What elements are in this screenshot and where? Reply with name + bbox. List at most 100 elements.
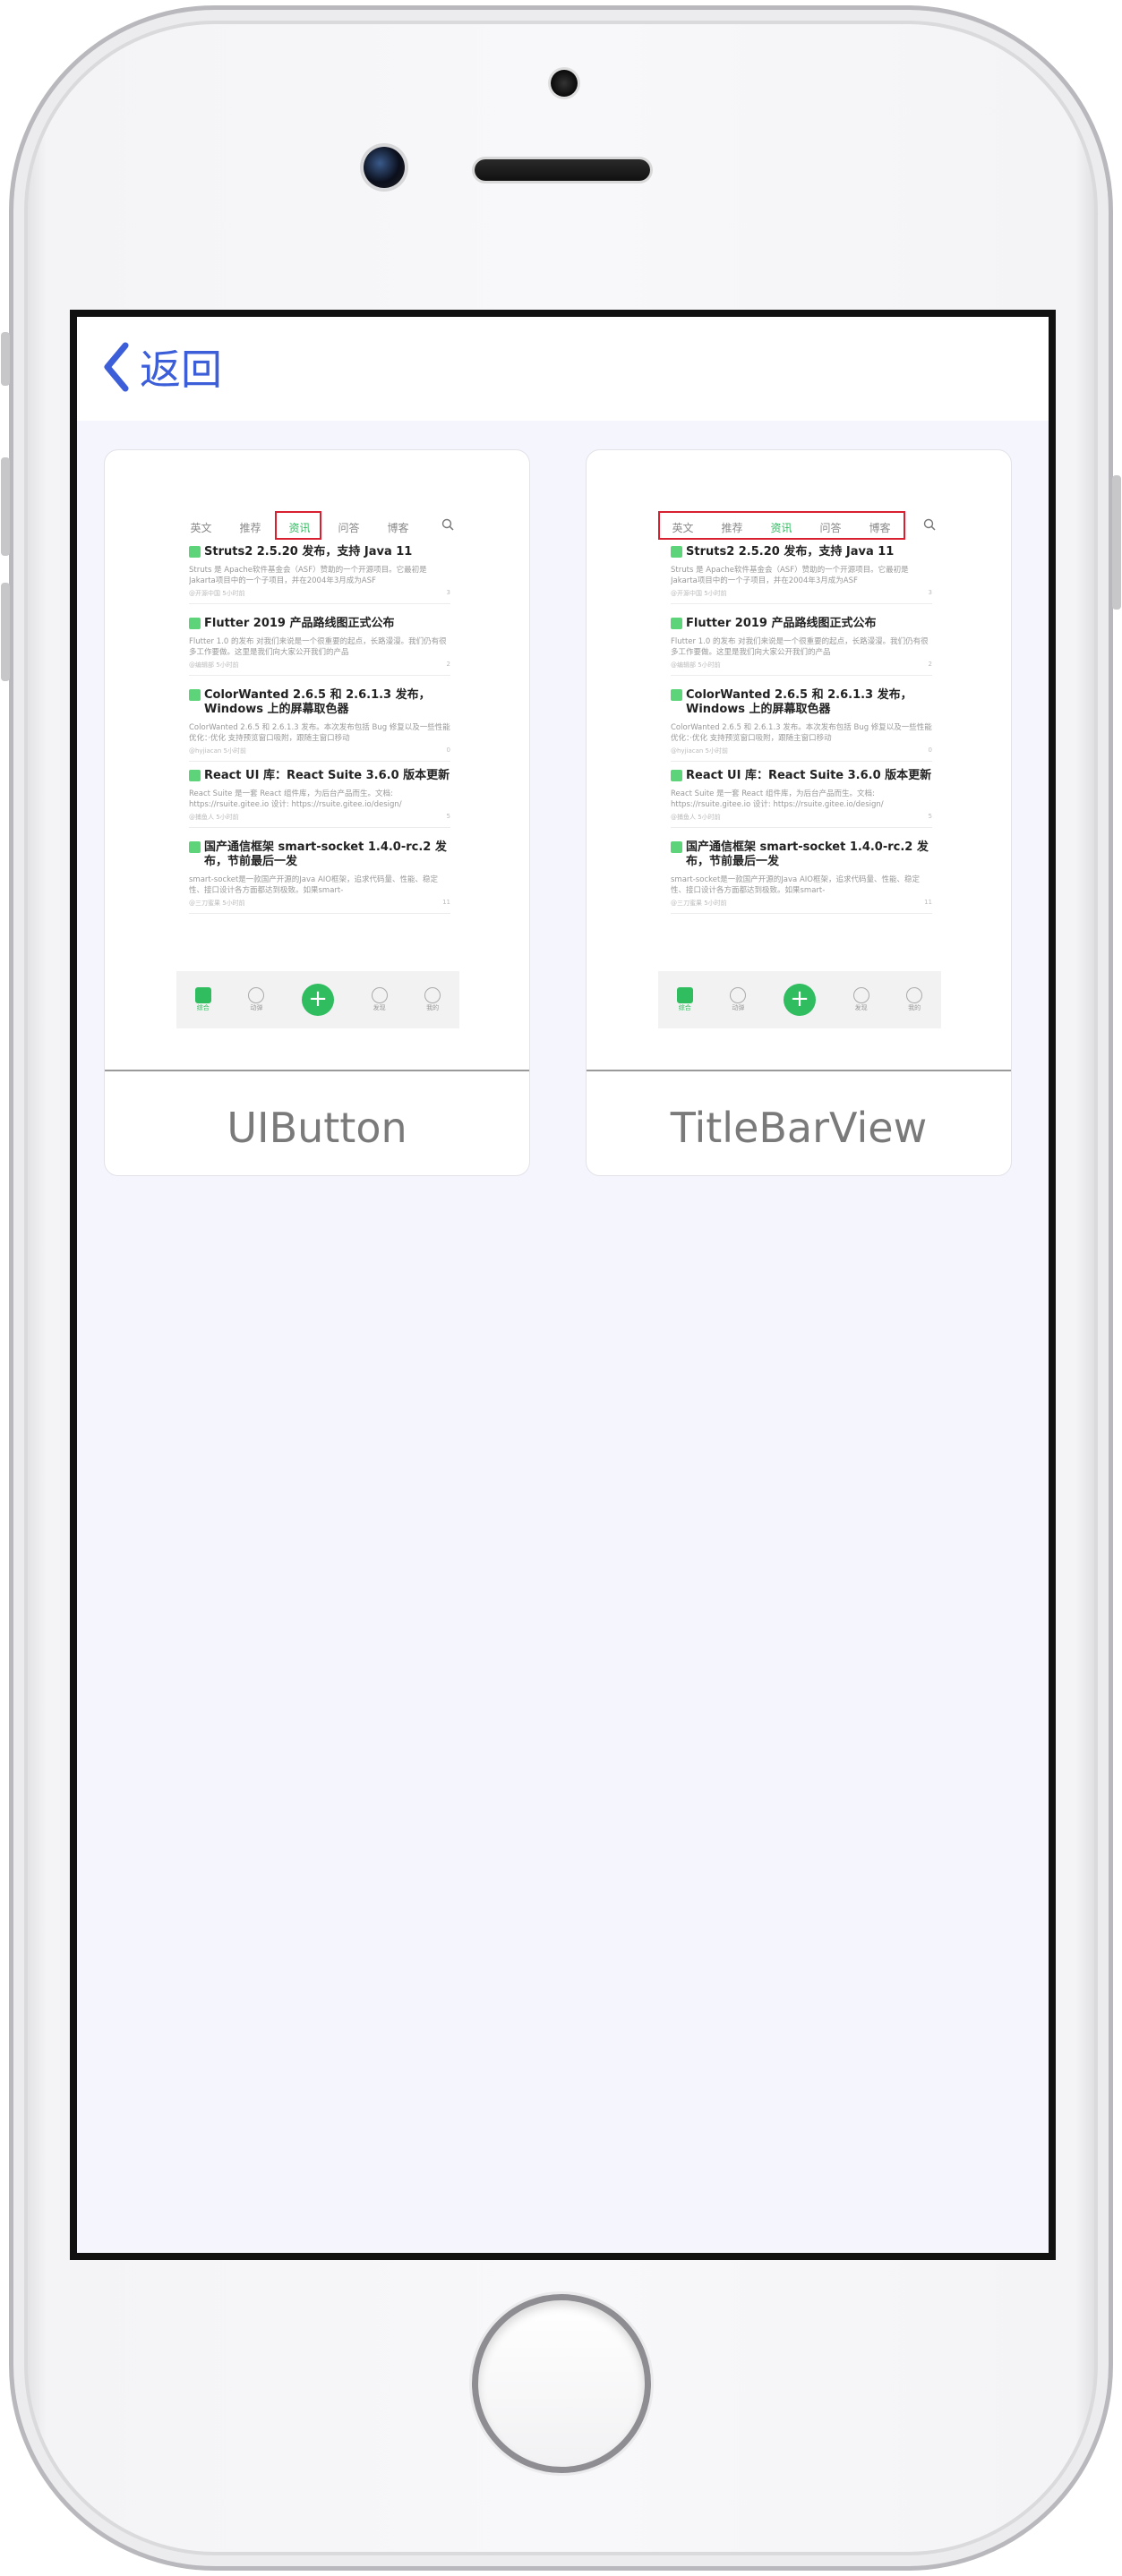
comment-count: 2 [446,661,450,668]
preview-bottom-tab-bar: 综合 动弹 + 发现 我的 [658,971,941,1028]
news-title: React UI 库：React Suite 3.6.0 版本更新 [671,769,932,783]
comment-count: 11 [924,899,932,906]
tab-icon [906,987,923,1003]
preview-tab: 问答 [338,521,360,534]
news-author: @hyjiacan 5小时前 [189,747,247,755]
news-meta: @捕鱼人 5小时前 5 [189,813,450,822]
news-summary: smart-socket是一款国产开源的Java AIO框架，追求代码量、性能、… [189,875,438,895]
preview-tabbar-item: 我的 [906,987,923,1012]
back-button[interactable]: 返回 [102,338,222,396]
card-caption: TitleBarView [670,1104,928,1152]
news-tag-icon [671,770,682,781]
preview-tabbar-item: 发现 [852,987,869,1012]
preview-tabbar-item: 发现 [371,987,388,1012]
news-title: React UI 库：React Suite 3.6.0 版本更新 [189,769,450,783]
news-summary: ColorWanted 2.6.5 和 2.6.1.3 发布。本次发布包括 Bu… [671,723,932,743]
news-item: Struts2 2.5.20 发布，支持 Java 11 Struts 是 Apa… [671,545,932,604]
tab-icon [194,987,211,1003]
tab-icon [852,987,869,1003]
news-tag-icon [189,546,201,558]
comment-count: 3 [928,589,932,596]
news-divider [671,827,932,828]
news-title-text: 国产通信框架 smart-socket 1.4.0-rc.2 发布，节前最后一发 [204,840,447,868]
preview-tabbar-item: 综合 [676,987,693,1012]
news-author: @开源中国 5小时前 [189,590,245,597]
news-meta: @开源中国 5小时前 3 [671,589,932,598]
power-button [1112,475,1121,610]
news-meta: @编辑部 5小时前 2 [671,661,932,670]
news-tag-icon [671,689,682,701]
comment-count: 0 [446,746,450,754]
front-camera [364,147,405,188]
tab-label: 发现 [854,1004,868,1011]
tab-icon [676,987,693,1003]
uibutton-demo-card[interactable]: 英文 推荐 资讯 问答 博客 Struts2 2.5.20 发布，支持 Java 11 S… [104,449,530,1176]
tab-icon [371,987,388,1003]
news-title: Struts2 2.5.20 发布，支持 Java 11 [671,545,932,559]
news-summary: Struts 是 Apache软件基金会（ASF）赞助的一个开源项目。它最初是 … [189,566,427,585]
search-icon [441,518,454,531]
preview-tabbar-item: 综合 [194,987,211,1012]
news-tag-icon [189,689,201,701]
news-divider [671,761,932,762]
news-divider [189,827,450,828]
news-title-text: ColorWanted 2.6.5 和 2.6.1.3 发布，Windows 上… [204,688,431,716]
news-divider [189,675,450,676]
card-caption: UIButton [227,1104,407,1152]
news-divider [189,913,450,914]
volume-down-button [1,583,10,681]
caption-divider [587,1070,1011,1071]
news-author: @开源中国 5小时前 [671,590,727,597]
tab-label: 综合 [196,1004,210,1011]
tab-icon [424,987,441,1003]
news-tag-icon [671,618,682,629]
preview-bottom-tab-bar: 综合 动弹 + 发现 我的 [176,971,459,1028]
news-author: @三刀蜜果 5小时前 [671,900,727,907]
app-screen: 返回 英文 推荐 资讯 问答 博客 Struts2 2.5.20 发布，支持 Java … [70,310,1056,2260]
news-title-text: React UI 库：React Suite 3.6.0 版本更新 [686,769,932,782]
titlebarview-demo-card[interactable]: 英文 推荐 资讯 问答 博客 Struts2 2.5.20 发布，支持 Java 11 S… [586,449,1012,1176]
news-summary: Flutter 1.0 的发布 对我们来说是一个很重要的起点，长路漫漫。我们仍有… [189,637,447,657]
preview-tabbar-item: 我的 [424,987,441,1012]
news-item: React UI 库：React Suite 3.6.0 版本更新 React S… [671,769,932,828]
mute-switch [1,332,10,386]
highlight-box [658,511,905,540]
news-summary: Flutter 1.0 的发布 对我们来说是一个很重要的起点，长路漫漫。我们仍有… [671,637,929,657]
comment-count: 5 [928,813,932,820]
tab-label: 我的 [426,1004,440,1011]
news-meta: @编辑部 5小时前 2 [189,661,450,670]
news-summary: React Suite 是一套 React 组件库，为后台产品而生。文档: ht… [671,789,884,809]
news-tag-icon [189,770,201,781]
news-tag-icon [671,841,682,853]
news-author: @编辑部 5小时前 [671,661,721,669]
tab-label: 动弹 [250,1004,263,1011]
news-item: Flutter 2019 产品路线图正式公布 Flutter 1.0 的发布 对我… [189,617,450,676]
news-item: Flutter 2019 产品路线图正式公布 Flutter 1.0 的发布 对我… [671,617,932,676]
news-title-text: Struts2 2.5.20 发布，支持 Java 11 [204,545,413,559]
news-title-text: 国产通信框架 smart-socket 1.4.0-rc.2 发布，节前最后一发 [686,840,929,868]
tab-label: 发现 [373,1004,386,1011]
comment-count: 3 [446,589,450,596]
news-meta: @hyjiacan 5小时前 0 [671,746,932,755]
home-button[interactable] [472,2294,651,2473]
news-tag-icon [189,841,201,853]
tab-icon [248,987,265,1003]
comment-count: 11 [442,899,450,906]
news-divider [671,603,932,604]
news-title: ColorWanted 2.6.5 和 2.6.1.3 发布，Windows 上… [189,688,450,717]
news-item: React UI 库：React Suite 3.6.0 版本更新 React S… [189,769,450,828]
plus-icon: + [783,984,816,1016]
app-preview-thumbnail: 英文 推荐 资讯 问答 博客 Struts2 2.5.20 发布，支持 Java 11 S… [176,497,459,1028]
app-preview-thumbnail: 英文 推荐 资讯 问答 博客 Struts2 2.5.20 发布，支持 Java 11 S… [658,497,941,1028]
news-title: Flutter 2019 产品路线图正式公布 [189,617,450,631]
volume-up-button [1,457,10,556]
news-item: Struts2 2.5.20 发布，支持 Java 11 Struts 是 Apa… [189,545,450,604]
comment-count: 5 [446,813,450,820]
news-item: 国产通信框架 smart-socket 1.4.0-rc.2 发布，节前最后一发… [671,840,932,914]
preview-tab: 博客 [387,521,409,534]
earpiece-speaker [475,159,650,181]
tab-label: 我的 [908,1004,921,1011]
back-label: 返回 [140,345,222,394]
news-title: Flutter 2019 产品路线图正式公布 [671,617,932,631]
preview-tab: 英文 [190,521,212,534]
